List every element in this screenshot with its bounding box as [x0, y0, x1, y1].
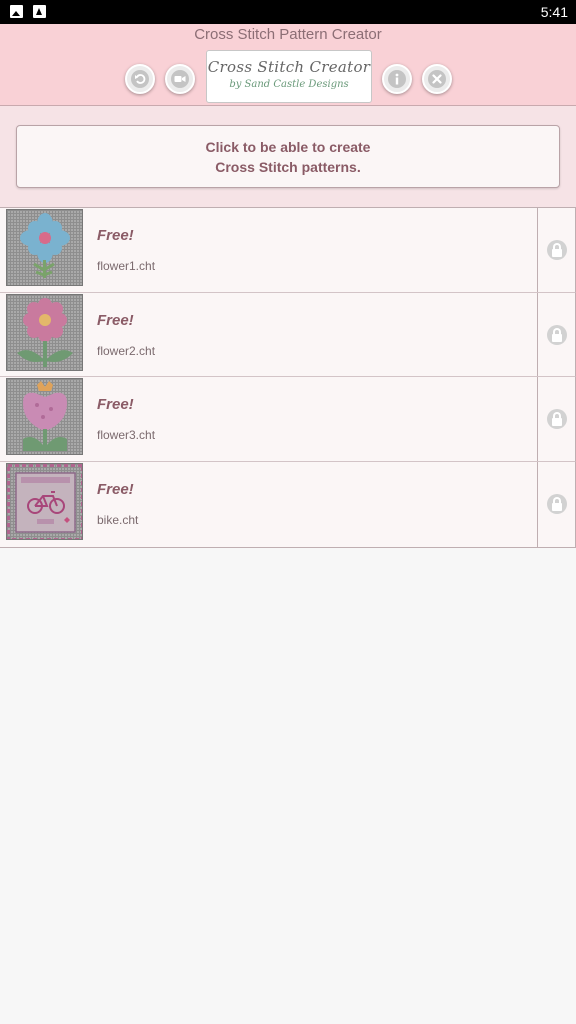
video-icon [171, 70, 189, 88]
logo-subtitle: by Sand Castle Designs [229, 79, 349, 90]
logo-title: Cross Stitch Creator [207, 58, 371, 76]
lock-button[interactable] [537, 208, 575, 292]
lock-button[interactable] [537, 462, 575, 547]
pattern-row[interactable]: Free! flower2.cht [0, 292, 576, 378]
status-time: 5:41 [540, 4, 568, 20]
pattern-price: Free! [97, 227, 134, 244]
pattern-filename: flower1.cht [97, 259, 156, 273]
brand-logo: Cross Stitch Creator by Sand Castle Desi… [206, 50, 372, 103]
banner-line-1: Click to be able to create [205, 139, 371, 155]
flower2-thumbnail [6, 293, 83, 371]
unlock-creator-button[interactable]: Click to be able to create Cross Stitch … [16, 125, 560, 188]
pattern-row[interactable]: Free! flower1.cht [0, 208, 576, 293]
undo-icon [131, 70, 149, 88]
lock-icon [546, 409, 567, 430]
banner-line-2: Cross Stitch patterns. [215, 159, 361, 175]
undo-button[interactable] [125, 64, 155, 94]
app-title: Cross Stitch Pattern Creator [194, 26, 382, 43]
pattern-price: Free! [97, 396, 134, 414]
photo-notification-icon [10, 5, 23, 18]
alert-notification-icon [33, 5, 46, 18]
close-icon [428, 70, 446, 88]
info-icon [388, 70, 406, 88]
pattern-filename: flower2.cht [97, 343, 156, 358]
flower1-thumbnail [6, 209, 83, 286]
pattern-filename: flower3.cht [97, 428, 156, 443]
pattern-price: Free! [97, 311, 134, 329]
info-button[interactable] [382, 64, 412, 94]
close-button[interactable] [422, 64, 452, 94]
lock-button[interactable] [537, 377, 575, 462]
lock-icon [546, 324, 567, 345]
video-button[interactable] [165, 64, 195, 94]
lock-icon [546, 494, 567, 515]
flower3-thumbnail [6, 378, 83, 456]
pattern-row[interactable]: Free! flower3.cht [0, 377, 576, 463]
app-header: Cross Stitch Pattern Creator Cross Stitc… [0, 24, 576, 106]
lock-button[interactable] [537, 292, 575, 377]
status-bar: 5:41 [0, 0, 576, 24]
lock-icon [546, 239, 567, 260]
bike-thumbnail [6, 463, 83, 541]
banner-area: Click to be able to create Cross Stitch … [0, 106, 576, 207]
pattern-filename: bike.cht [97, 513, 139, 528]
pattern-list: Free! flower1.cht Free! flower2.cht Free… [0, 207, 576, 548]
pattern-price: Free! [97, 481, 134, 499]
pattern-row[interactable]: Free! bike.cht [0, 462, 576, 547]
